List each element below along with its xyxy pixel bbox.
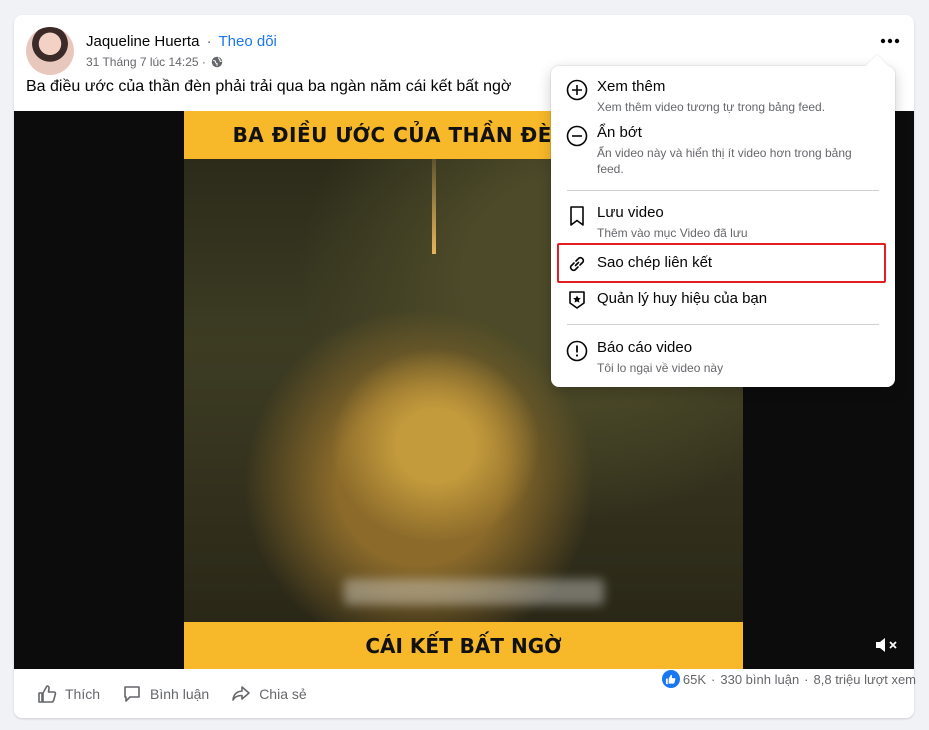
timestamp[interactable]: 31 Tháng 7 lúc 14:25 · xyxy=(86,55,206,69)
like-reaction-icon xyxy=(661,670,680,688)
speaker-muted-icon xyxy=(876,638,897,652)
link-icon xyxy=(569,256,585,271)
alert-circle-icon xyxy=(566,340,588,362)
follow-link[interactable]: Theo dõi xyxy=(219,33,277,50)
menu-item-label: Ẩn bớt xyxy=(597,124,642,141)
bookmark-icon xyxy=(570,206,584,226)
menu-item-label: Báo cáo video xyxy=(597,339,693,356)
post-caption: Ba điều ước của thần đèn phải trải qua b… xyxy=(26,78,512,95)
author-line: Jaqueline Huerta · Theo dõi xyxy=(86,33,277,50)
menu-divider xyxy=(567,324,879,325)
menu-item-save-video[interactable]: Lưu video Thêm vào mục Video đã lưu xyxy=(557,204,889,241)
menu-item-description: Xem thêm video tương tự trong bảng feed. xyxy=(597,100,826,114)
menu-item-description: Thêm vào mục Video đã lưu xyxy=(597,226,748,240)
menu-divider xyxy=(567,190,879,191)
separator-dot: · xyxy=(206,33,212,50)
menu-item-report-video[interactable]: Báo cáo video Tôi lo ngại về video này xyxy=(557,339,889,376)
plus-circle-icon xyxy=(566,79,588,101)
globe-icon xyxy=(211,56,223,68)
stats-separator: · xyxy=(804,671,809,687)
share-label: Chia sẻ xyxy=(259,685,307,702)
share-button[interactable]: Chia sẻ xyxy=(231,684,307,704)
menu-item-manage-badges[interactable]: Quản lý huy hiệu của bạn xyxy=(557,288,889,310)
menu-item-see-more[interactable]: Xem thêm Xem thêm video tương tự trong b… xyxy=(557,78,889,115)
comment-button[interactable]: Bình luận xyxy=(122,684,209,704)
menu-item-copy-link[interactable]: Sao chép liên kết xyxy=(557,252,889,274)
menu-item-label: Lưu video xyxy=(597,204,664,221)
blurred-subtitle xyxy=(344,579,604,605)
comment-label: Bình luận xyxy=(150,685,210,702)
post-meta: 31 Tháng 7 lúc 14:25 · xyxy=(86,55,223,69)
like-button[interactable]: Thích xyxy=(37,684,100,704)
menu-item-label: Quản lý huy hiệu của bạn xyxy=(597,290,768,307)
menu-item-see-less[interactable]: Ẩn bớt Ẩn video này và hiển thị ít video… xyxy=(557,124,889,177)
like-label: Thích xyxy=(65,685,101,702)
comment-count[interactable]: 330 bình luận xyxy=(720,672,799,687)
minus-circle-icon xyxy=(566,125,588,147)
view-count: 8,8 triệu lượt xem xyxy=(813,671,916,687)
stats-separator: · xyxy=(711,671,716,687)
post-stats: 65K · 330 bình luận · 8,8 triệu lượt xem xyxy=(661,670,916,688)
ellipsis-icon xyxy=(880,38,900,44)
mute-button[interactable] xyxy=(874,635,900,655)
menu-item-label: Xem thêm xyxy=(597,78,666,95)
menu-item-description: Ẩn video này và hiển thị ít video hơn tr… xyxy=(597,146,852,176)
comment-icon xyxy=(124,685,140,702)
more-options-button[interactable] xyxy=(876,29,904,53)
pour-stream xyxy=(432,159,436,254)
thumbs-up-icon xyxy=(38,684,57,703)
menu-item-label: Sao chép liên kết xyxy=(597,254,713,271)
post-options-menu: Xem thêm Xem thêm video tương tự trong b… xyxy=(551,66,895,387)
author-name[interactable]: Jaqueline Huerta xyxy=(86,33,199,50)
video-bottom-banner: CÁI KẾT BẤT NGỜ xyxy=(184,622,743,669)
menu-item-description: Tôi lo ngại về video này xyxy=(597,361,724,375)
badge-icon xyxy=(569,290,585,309)
reaction-count[interactable]: 65K xyxy=(683,672,706,687)
avatar[interactable] xyxy=(26,27,74,75)
share-icon xyxy=(232,685,250,701)
